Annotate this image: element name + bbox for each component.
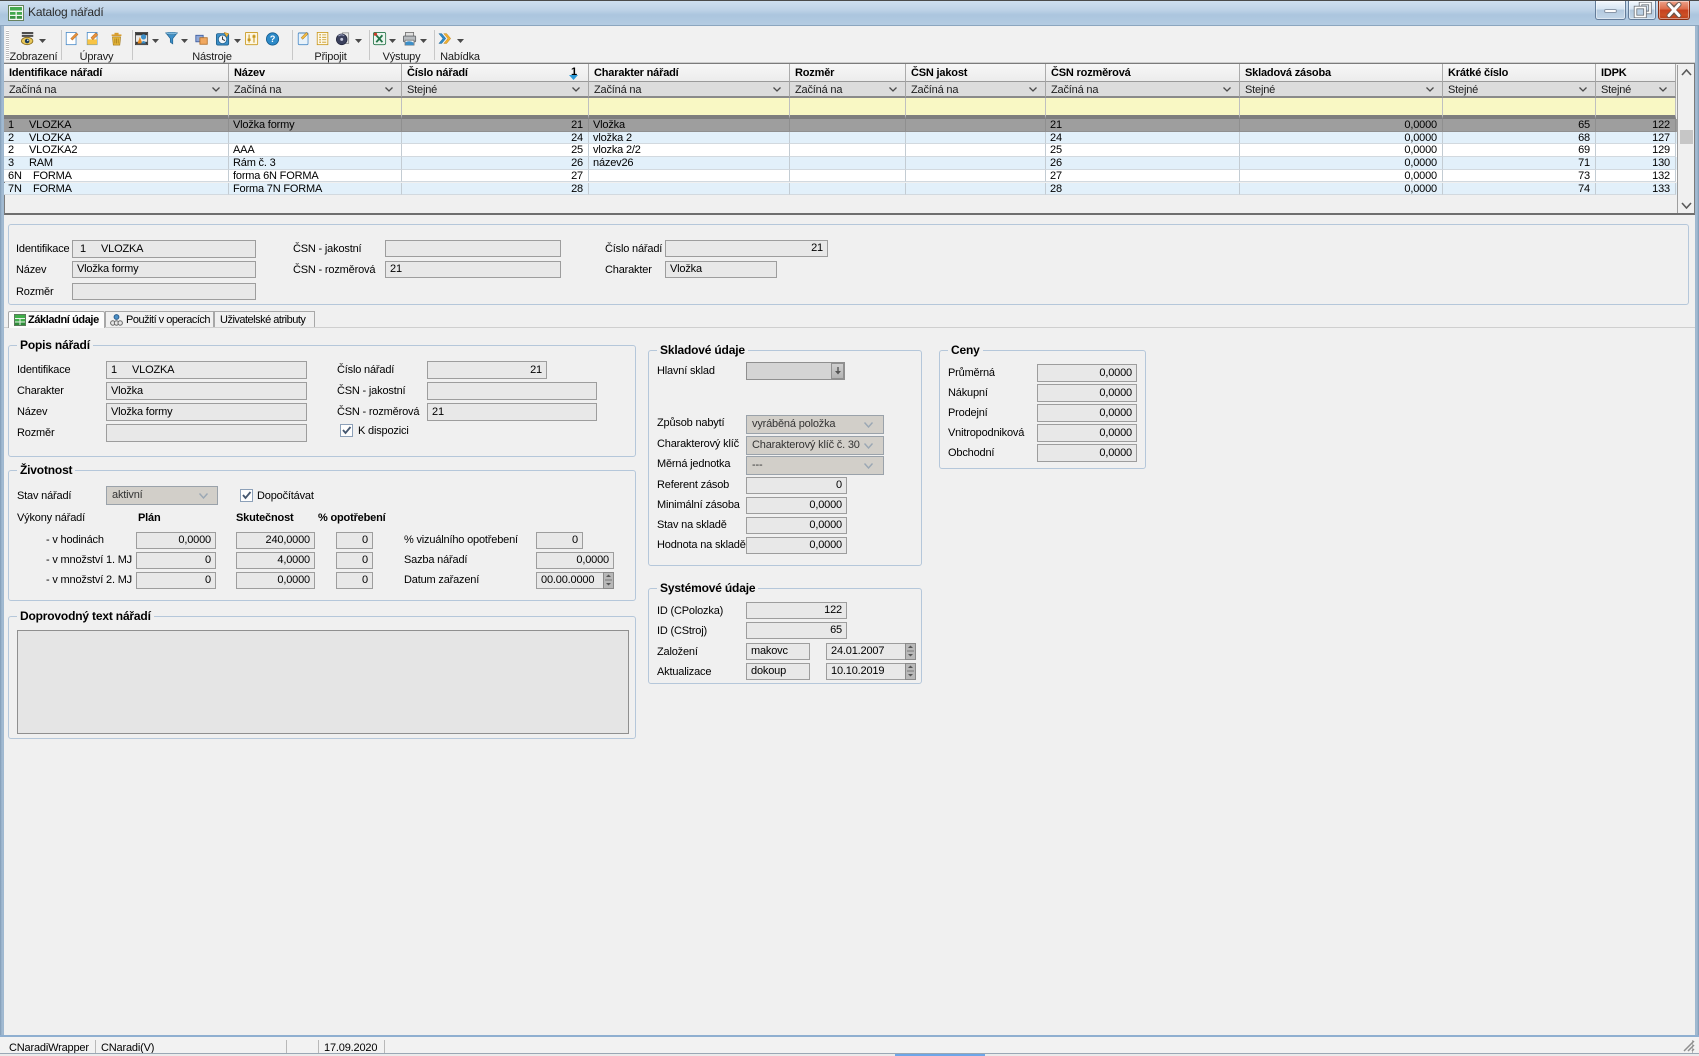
svg-text:?: ?: [270, 34, 275, 44]
